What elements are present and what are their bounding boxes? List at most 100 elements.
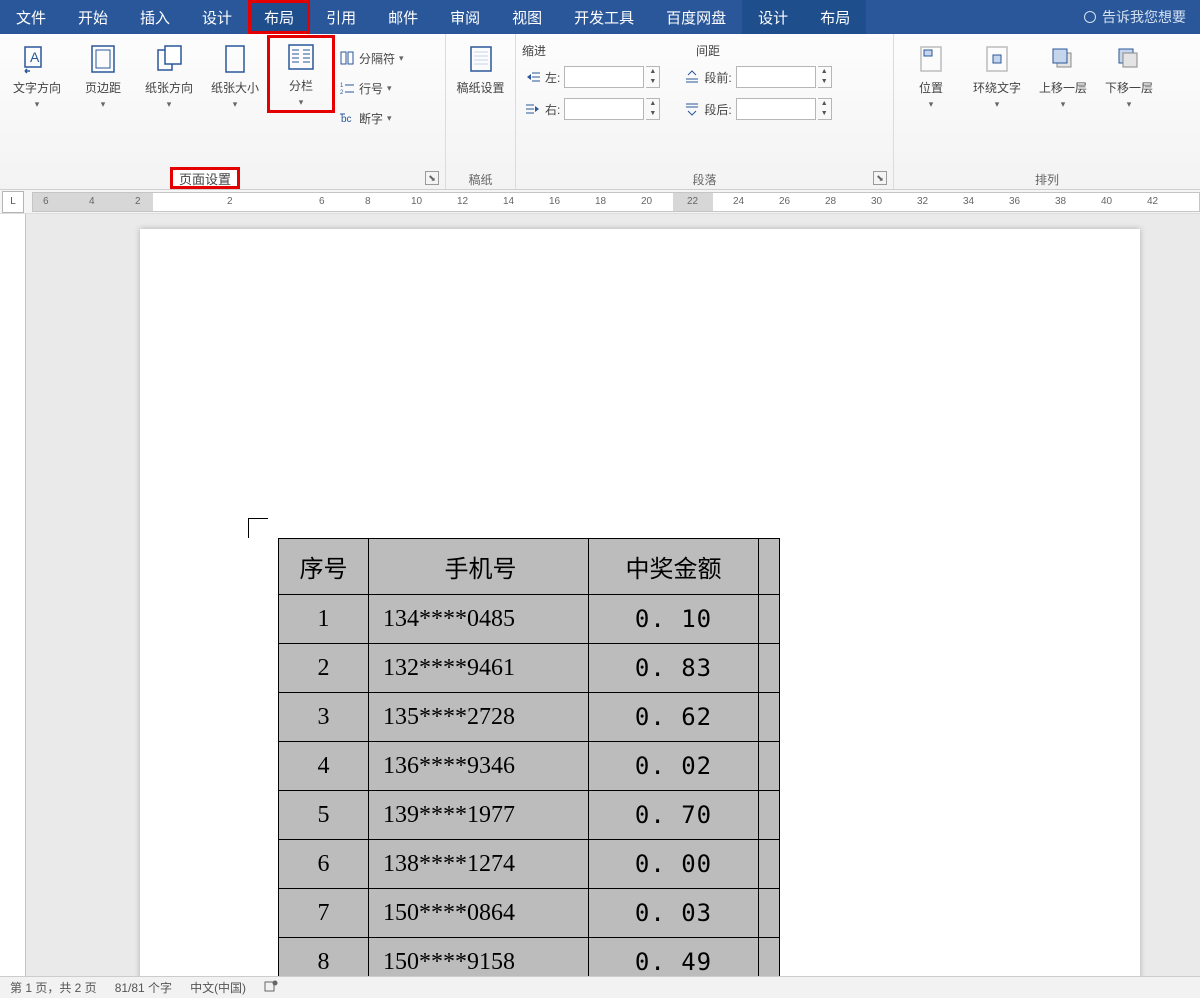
tab-stop-selector[interactable]: L bbox=[2, 191, 24, 213]
cell-amount[interactable]: 0. 62 bbox=[589, 693, 759, 742]
data-table[interactable]: 序号 手机号 中奖金额 1134****04850. 102132****946… bbox=[278, 538, 780, 976]
tab-view[interactable]: 视图 bbox=[496, 0, 558, 34]
cell-phone[interactable]: 150****0864 bbox=[369, 889, 589, 938]
row-end-marker bbox=[759, 889, 780, 938]
cell-amount[interactable]: 0. 83 bbox=[589, 644, 759, 693]
header-seq[interactable]: 序号 bbox=[279, 539, 369, 595]
cell-seq[interactable]: 2 bbox=[279, 644, 369, 693]
ruler-tick: 36 bbox=[1009, 196, 1020, 207]
header-phone[interactable]: 手机号 bbox=[369, 539, 589, 595]
vertical-ruler[interactable] bbox=[0, 214, 26, 976]
table-row[interactable]: 8150****91580. 49 bbox=[279, 938, 780, 977]
ruler-tick: 28 bbox=[825, 196, 836, 207]
text-direction-button[interactable]: A 文字方向 ▾ bbox=[6, 38, 68, 114]
ruler-tick: 8 bbox=[365, 196, 371, 207]
hyphenation-button[interactable]: bc 断字 ▾ bbox=[336, 104, 407, 132]
table-row[interactable]: 3135****27280. 62 bbox=[279, 693, 780, 742]
page-setup-launcher[interactable]: ⬊ bbox=[425, 171, 439, 185]
paper-icon bbox=[464, 42, 498, 76]
tab-insert[interactable]: 插入 bbox=[124, 0, 186, 34]
send-backward-button[interactable]: 下移一层 ▾ bbox=[1098, 38, 1160, 114]
ruler-row: L 64226810121416182022242628303234363840… bbox=[0, 190, 1200, 214]
chevron-down-icon: ▾ bbox=[299, 97, 304, 108]
table-header-row[interactable]: 序号 手机号 中奖金额 bbox=[279, 539, 780, 595]
cell-phone[interactable]: 138****1274 bbox=[369, 840, 589, 889]
line-numbers-button[interactable]: 12 行号 ▾ bbox=[336, 74, 407, 102]
cell-seq[interactable]: 5 bbox=[279, 791, 369, 840]
spacing-before-input[interactable]: ▲▼ bbox=[736, 65, 832, 89]
tab-review[interactable]: 审阅 bbox=[434, 0, 496, 34]
indent-left-input[interactable]: ▲▼ bbox=[564, 65, 660, 89]
cell-amount[interactable]: 0. 49 bbox=[589, 938, 759, 977]
indent-right-label: 右: bbox=[545, 101, 560, 118]
cell-amount[interactable]: 0. 03 bbox=[589, 889, 759, 938]
horizontal-ruler[interactable]: 6422681012141618202224262830323436384042 bbox=[32, 192, 1200, 212]
spacing-after-row: 段后: ▲▼ bbox=[681, 95, 834, 123]
document-area[interactable]: 序号 手机号 中奖金额 1134****04850. 102132****946… bbox=[0, 214, 1200, 976]
position-button[interactable]: 位置 ▾ bbox=[900, 38, 962, 114]
ruler-tick: 6 bbox=[319, 196, 325, 207]
size-button[interactable]: 纸张大小 ▾ bbox=[204, 38, 266, 114]
table-row[interactable]: 5139****19770. 70 bbox=[279, 791, 780, 840]
tab-layout-contextual[interactable]: 布局 bbox=[804, 0, 866, 34]
cell-phone[interactable]: 136****9346 bbox=[369, 742, 589, 791]
spacing-after-icon bbox=[684, 101, 700, 117]
hyphenation-label: 断字 bbox=[359, 110, 383, 127]
cell-seq[interactable]: 8 bbox=[279, 938, 369, 977]
paragraph-launcher[interactable]: ⬊ bbox=[873, 171, 887, 185]
spacing-before-label: 段前: bbox=[704, 69, 731, 86]
ruler-tick: 32 bbox=[917, 196, 928, 207]
table-row[interactable]: 2132****94610. 83 bbox=[279, 644, 780, 693]
row-end-marker bbox=[759, 539, 780, 595]
cell-seq[interactable]: 7 bbox=[279, 889, 369, 938]
breaks-button[interactable]: 分隔符 ▾ bbox=[336, 44, 407, 72]
cell-phone[interactable]: 139****1977 bbox=[369, 791, 589, 840]
table-row[interactable]: 6138****12740. 00 bbox=[279, 840, 780, 889]
status-words[interactable]: 81/81 个字 bbox=[115, 979, 172, 996]
tab-layout[interactable]: 布局 bbox=[248, 0, 310, 34]
cell-seq[interactable]: 4 bbox=[279, 742, 369, 791]
tab-mailings[interactable]: 邮件 bbox=[372, 0, 434, 34]
cell-amount[interactable]: 0. 10 bbox=[589, 595, 759, 644]
orientation-icon bbox=[152, 42, 186, 76]
ruler-tick: 16 bbox=[549, 196, 560, 207]
status-language[interactable]: 中文(中国) bbox=[190, 979, 246, 996]
tab-developer[interactable]: 开发工具 bbox=[558, 0, 650, 34]
cell-phone[interactable]: 134****0485 bbox=[369, 595, 589, 644]
cell-amount[interactable]: 0. 00 bbox=[589, 840, 759, 889]
tab-file[interactable]: 文件 bbox=[0, 0, 62, 34]
tab-home[interactable]: 开始 bbox=[62, 0, 124, 34]
indent-right-input[interactable]: ▲▼ bbox=[564, 97, 660, 121]
table-row[interactable]: 1134****04850. 10 bbox=[279, 595, 780, 644]
table-row[interactable]: 4136****93460. 02 bbox=[279, 742, 780, 791]
wrap-button[interactable]: 环绕文字 ▾ bbox=[966, 38, 1028, 114]
tell-me[interactable]: 告诉我您想要 bbox=[1070, 0, 1200, 34]
ruler-tick: 4 bbox=[89, 196, 95, 207]
tab-references[interactable]: 引用 bbox=[310, 0, 372, 34]
table-anchor-icon[interactable] bbox=[248, 518, 268, 538]
macro-recording-icon[interactable] bbox=[264, 979, 278, 996]
cell-amount[interactable]: 0. 02 bbox=[589, 742, 759, 791]
cell-seq[interactable]: 6 bbox=[279, 840, 369, 889]
columns-button[interactable]: 分栏 ▾ bbox=[270, 38, 332, 110]
orientation-button[interactable]: 纸张方向 ▾ bbox=[138, 38, 200, 114]
cell-seq[interactable]: 3 bbox=[279, 693, 369, 742]
tab-design[interactable]: 设计 bbox=[186, 0, 248, 34]
cell-amount[interactable]: 0. 70 bbox=[589, 791, 759, 840]
cell-phone[interactable]: 132****9461 bbox=[369, 644, 589, 693]
margins-button[interactable]: 页边距 ▾ bbox=[72, 38, 134, 114]
ribbon: A 文字方向 ▾ 页边距 ▾ 纸张方向 ▾ bbox=[0, 34, 1200, 190]
tab-baidu[interactable]: 百度网盘 bbox=[650, 0, 742, 34]
chevron-down-icon: ▾ bbox=[995, 99, 1000, 110]
cell-phone[interactable]: 135****2728 bbox=[369, 693, 589, 742]
status-bar: 第 1 页，共 2 页 81/81 个字 中文(中国) bbox=[0, 976, 1200, 998]
tab-design-contextual[interactable]: 设计 bbox=[742, 0, 804, 34]
status-page[interactable]: 第 1 页，共 2 页 bbox=[10, 979, 97, 996]
cell-seq[interactable]: 1 bbox=[279, 595, 369, 644]
table-row[interactable]: 7150****08640. 03 bbox=[279, 889, 780, 938]
paper-settings-button[interactable]: 稿纸设置 bbox=[452, 38, 509, 100]
header-amount[interactable]: 中奖金额 bbox=[589, 539, 759, 595]
cell-phone[interactable]: 150****9158 bbox=[369, 938, 589, 977]
bring-forward-button[interactable]: 上移一层 ▾ bbox=[1032, 38, 1094, 114]
spacing-after-input[interactable]: ▲▼ bbox=[736, 97, 832, 121]
